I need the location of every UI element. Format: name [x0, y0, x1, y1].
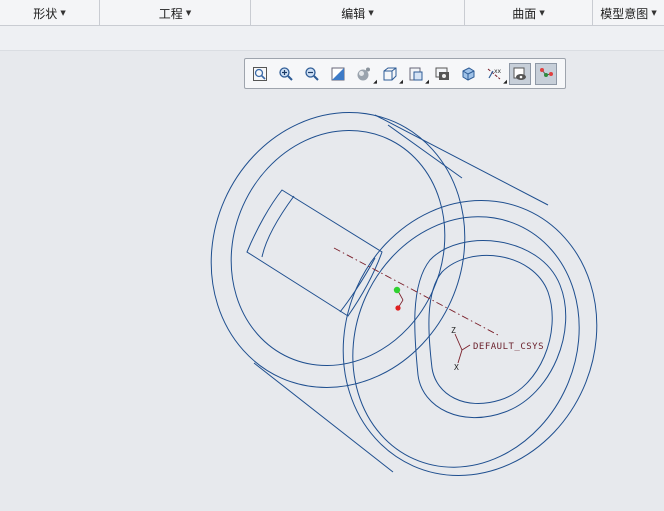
front-inner-edge[interactable] [313, 180, 618, 503]
dropdown-arrow-icon: ◢ [373, 78, 377, 85]
perspective-view-icon [435, 67, 449, 80]
annotation-display-icon [513, 67, 526, 80]
spin-center-button[interactable] [535, 62, 557, 85]
repaint-button[interactable] [327, 63, 349, 85]
datum-display-filters-icon: xx [487, 68, 502, 79]
dropdown-arrow-icon: ◢ [399, 78, 403, 85]
saved-orientations-icon [383, 67, 397, 80]
display-style-icon [357, 67, 370, 80]
dropdown-arrow-icon: ◢ [425, 78, 429, 85]
csys-glyph[interactable] [454, 333, 471, 364]
front-outer-edge[interactable] [300, 160, 640, 511]
slot-outline[interactable] [246, 189, 383, 317]
perspective-view-button[interactable] [431, 63, 453, 85]
refit-icon [253, 66, 267, 81]
datum-point-green[interactable] [393, 286, 401, 294]
repaint-icon [331, 67, 345, 80]
datum-axis[interactable] [333, 247, 499, 336]
display-style-button[interactable]: ◢ [353, 63, 377, 85]
csys-z-label: Z [451, 326, 456, 335]
dropdown-arrow-icon: ◢ [503, 78, 507, 85]
pocket-outer-edge[interactable] [414, 240, 567, 419]
zoom-out-button[interactable] [301, 63, 323, 85]
annotation-display-button[interactable] [509, 62, 531, 85]
spin-center-icon [540, 67, 553, 77]
pocket-inner-edge[interactable] [428, 254, 553, 404]
slot-inner-edge[interactable] [261, 195, 295, 258]
graphics-toolbar: ◢ ◢ ◢ xx ◢ [244, 58, 566, 89]
datum-point-red[interactable] [395, 305, 401, 311]
saved-orientations-button[interactable]: ◢ [379, 63, 403, 85]
csys-x-label: X [454, 363, 459, 372]
section-view-icon [462, 66, 475, 81]
csys-label: DEFAULT_CSYS [473, 342, 545, 352]
zoom-in-icon [279, 66, 293, 81]
back-inner-edge[interactable] [194, 96, 482, 400]
svg-text:xx: xx [494, 68, 502, 75]
datum-display-filters-button[interactable]: xx ◢ [483, 63, 507, 85]
silhouette-edge-bottom[interactable] [253, 362, 394, 473]
zoom-in-button[interactable] [275, 63, 297, 85]
refit-button[interactable] [249, 63, 271, 85]
zoom-out-icon [305, 66, 319, 81]
view-manager-button[interactable]: ◢ [405, 63, 429, 85]
section-view-button[interactable] [457, 63, 479, 85]
silhouette-edge-top[interactable] [374, 114, 549, 206]
view-manager-icon [409, 67, 423, 80]
